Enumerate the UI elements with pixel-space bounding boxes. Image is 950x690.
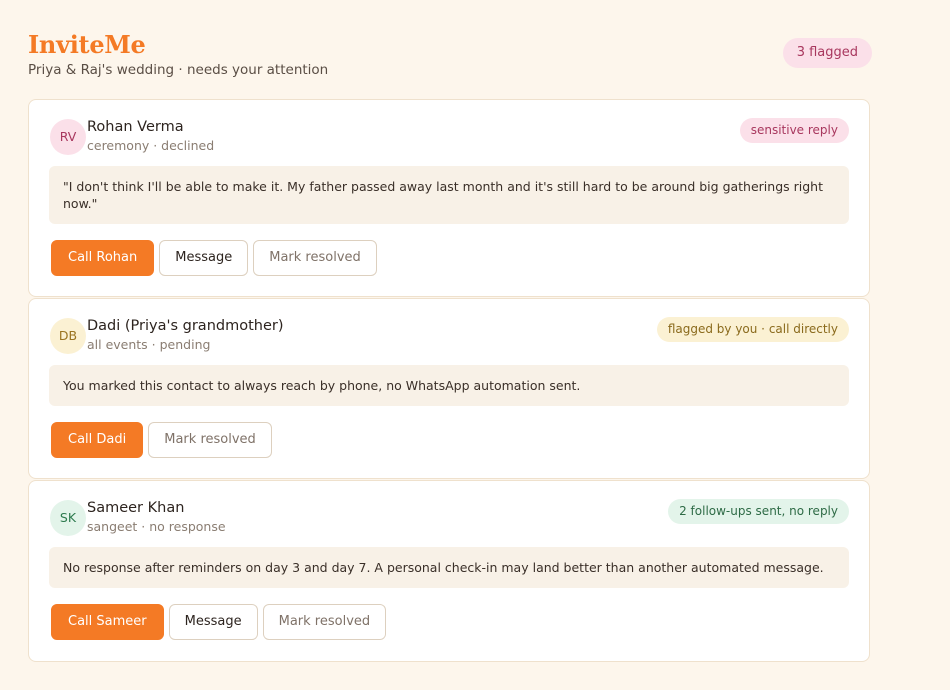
app-logo: InviteMe (28, 30, 146, 59)
card-actions: Call Dadi Mark resolved (51, 422, 272, 458)
page-header: InviteMe Priya & Raj's wedding · needs y… (28, 30, 872, 80)
mark-resolved-button[interactable]: Mark resolved (253, 240, 377, 276)
guest-name: Sameer Khan (87, 500, 185, 516)
status-badge: 2 follow-ups sent, no reply (668, 499, 849, 524)
card-actions: Call Rohan Message Mark resolved (51, 240, 377, 276)
guest-meta: all events · pending (87, 337, 211, 352)
flagged-count-badge: 3 flagged (782, 38, 872, 68)
message-button[interactable]: Message (159, 240, 249, 276)
guest-note: You marked this contact to always reach … (49, 365, 849, 406)
status-badge: flagged by you · call directly (656, 317, 849, 342)
guest-meta: sangeet · no response (87, 519, 226, 534)
guest-meta: ceremony · declined (87, 138, 215, 153)
guest-name: Rohan Verma (87, 119, 184, 135)
guest-card-rohan: RV Rohan Verma ceremony · declined sensi… (28, 99, 870, 297)
call-button[interactable]: Call Rohan (51, 240, 155, 276)
guest-note: No response after reminders on day 3 and… (49, 547, 849, 588)
guest-card-sameer: SK Sameer Khan sangeet · no response 2 f… (28, 480, 870, 662)
avatar: RV (50, 119, 86, 155)
guest-name: Dadi (Priya's grandmother) (87, 318, 284, 334)
avatar: DB (50, 318, 86, 354)
page-subtitle: Priya & Raj's wedding · needs your atten… (28, 62, 329, 78)
avatar: SK (50, 500, 86, 536)
mark-resolved-button[interactable]: Mark resolved (262, 604, 387, 640)
guest-card-dadi: DB Dadi (Priya's grandmother) all events… (28, 298, 870, 479)
card-actions: Call Sameer Message Mark resolved (51, 604, 387, 640)
status-badge: sensitive reply (739, 118, 849, 143)
guest-note: "I don't think I'll be able to make it. … (49, 166, 849, 224)
call-button[interactable]: Call Dadi (51, 422, 144, 458)
message-button[interactable]: Message (168, 604, 258, 640)
mark-resolved-button[interactable]: Mark resolved (148, 422, 272, 458)
call-button[interactable]: Call Sameer (51, 604, 164, 640)
